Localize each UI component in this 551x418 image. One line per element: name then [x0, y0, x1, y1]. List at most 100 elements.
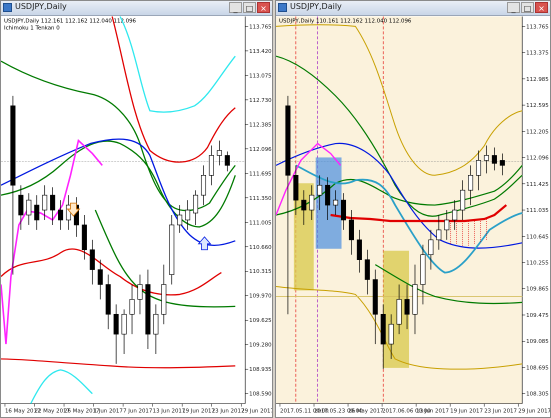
y-tick-label: 108.935 — [249, 367, 272, 373]
y-tick-label: 110.645 — [526, 234, 549, 240]
y-tick-label: 112.096 — [249, 147, 272, 153]
candle-body — [42, 194, 48, 211]
x-tick-label: 13 Jun 2017 — [416, 409, 449, 415]
y-tick-label: 112.385 — [249, 122, 272, 128]
candle-body — [444, 219, 450, 231]
maximize-button[interactable]: □ — [243, 2, 256, 13]
candle-body — [89, 249, 95, 270]
y-tick-label: 111.005 — [249, 220, 272, 226]
minimize-button[interactable]: _ — [507, 2, 520, 13]
candle-body — [81, 224, 87, 251]
candle-body — [436, 229, 442, 241]
y-tick-label: 108.590 — [249, 392, 272, 398]
chart-icon — [278, 3, 287, 12]
candle-body — [372, 279, 378, 315]
right-window-title: USDJPY,Daily — [290, 2, 342, 11]
maximize-button[interactable]: □ — [521, 2, 534, 13]
candle-body — [499, 160, 505, 166]
candle-body — [364, 259, 370, 280]
candle-body — [301, 199, 307, 211]
left-price-chart[interactable]: USDJPY,Daily 112.161 112.162 112.040 112… — [1, 15, 272, 418]
candle-body — [34, 204, 40, 221]
candle-body — [317, 184, 323, 196]
y-tick-label: 112.096 — [526, 156, 549, 162]
candle-body — [145, 284, 151, 335]
candle-body — [468, 175, 474, 191]
right-title-bar[interactable]: USDJPY,Daily _ □ × — [276, 1, 550, 16]
x-tick-label: 29 Jun 2017 — [518, 409, 550, 415]
candle-body — [356, 239, 362, 260]
candle-body — [161, 284, 167, 315]
right-chart-window[interactable]: USDJPY,Daily _ □ × USDJPY,Daily 110.161 … — [275, 0, 551, 418]
candle-body — [10, 105, 16, 186]
y-axis-left: 113.765 113.420 113.075 112.730 112.385 112.0… — [245, 24, 272, 398]
candle-body — [309, 194, 315, 211]
y-tick-label: 111.425 — [526, 182, 549, 188]
candle-body — [18, 194, 24, 216]
candle-body — [224, 155, 230, 166]
candle-body — [129, 299, 135, 315]
candle-body — [58, 209, 64, 221]
left-chart-window[interactable]: USDJPY,Daily _ □ × USDJPY,Daily 112.161 … — [0, 0, 273, 418]
y-tick-label: 112.985 — [526, 77, 549, 83]
y-tick-label: 113.420 — [249, 49, 272, 55]
y-tick-label: 112.595 — [526, 103, 549, 109]
y-tick-label: 113.765 — [526, 24, 549, 30]
candle-body — [293, 175, 299, 201]
y-tick-label: 109.280 — [249, 343, 272, 349]
candle-body — [325, 184, 331, 206]
y-tick-label: 108.695 — [526, 365, 549, 371]
y-tick-label: 113.375 — [526, 51, 549, 57]
x-tick-label: 1 Jun 2017 — [94, 409, 123, 415]
y-tick-label: 111.035 — [526, 208, 549, 214]
candle-body — [200, 175, 207, 196]
y-tick-label: 109.970 — [249, 294, 272, 300]
x-tick-label: 13 Jun 2017 — [153, 409, 186, 415]
y-tick-label: 113.075 — [249, 73, 272, 79]
candle-body — [333, 199, 339, 206]
x-tick-label: 19 Jun 2017 — [182, 409, 215, 415]
candle-body — [121, 313, 127, 335]
chart-icon — [3, 3, 12, 12]
y-tick-label: 109.865 — [526, 287, 549, 293]
candle-body — [348, 219, 354, 241]
minimize-button[interactable]: _ — [229, 2, 242, 13]
candle-body — [388, 323, 394, 345]
candle-body — [169, 224, 175, 275]
candle-body — [475, 160, 482, 176]
x-tick-label: 7 Jun 2017 — [123, 409, 152, 415]
x-tick-label: 19 Jun 2017 — [450, 409, 483, 415]
x-tick-label: 23 Jun 2017 — [212, 409, 245, 415]
candle-body — [396, 299, 402, 325]
candle-body — [26, 199, 32, 216]
y-tick-label: 109.085 — [526, 339, 549, 345]
candle-body — [193, 194, 199, 214]
y-tick-label: 111.350 — [249, 196, 272, 202]
candle-body — [380, 313, 386, 345]
y-tick-label: 108.305 — [526, 392, 549, 398]
candle-body — [460, 189, 466, 211]
x-axis-right: 2017.05.11 00:002017.05.23 00:0026 May 2… — [279, 403, 550, 415]
candle-body — [483, 155, 489, 161]
x-axis-left: 16 May 201722 May 201726 May 20171 Jun 2… — [4, 403, 272, 415]
candle-body — [137, 284, 143, 300]
candle-body — [177, 214, 183, 226]
y-tick-label: 111.695 — [249, 171, 272, 177]
candle-body — [412, 284, 418, 315]
left-title-bar[interactable]: USDJPY,Daily _ □ × — [1, 1, 272, 16]
x-tick-label: 29 Jun 2017 — [241, 409, 272, 415]
candle-body — [185, 209, 191, 221]
y-tick-label: 110.255 — [526, 261, 549, 267]
candle-body — [420, 254, 426, 285]
close-button[interactable]: × — [257, 2, 270, 13]
y-tick-label: 112.205 — [526, 129, 549, 135]
candle-body — [340, 199, 347, 221]
candle-body — [105, 284, 111, 315]
right-price-chart[interactable]: USDJPY,Daily 110.161 112.162 112.040 112… — [276, 15, 550, 418]
candle-body — [216, 150, 222, 156]
candle-body — [428, 239, 434, 256]
x-tick-label: 26 May 2017 — [348, 409, 384, 415]
candle-body — [452, 209, 458, 221]
candle-body — [50, 194, 56, 211]
close-button[interactable]: × — [535, 2, 548, 13]
